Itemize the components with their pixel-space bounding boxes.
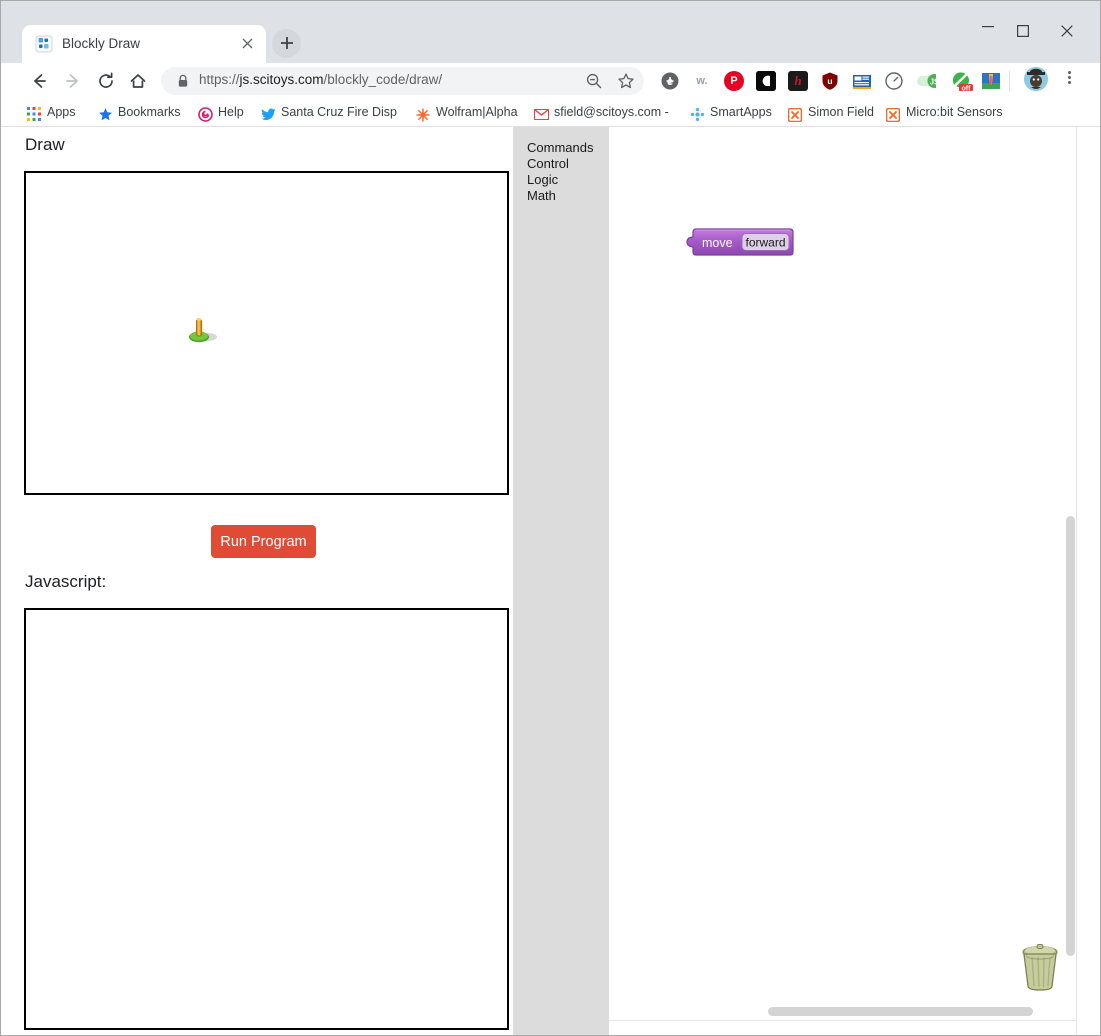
turtle-cursor-icon (183, 313, 219, 349)
apps-grid-icon (26, 107, 42, 123)
lock-icon (177, 74, 189, 88)
window-close-button[interactable] (1045, 15, 1089, 45)
workspace-horizontal-scrollbar[interactable] (768, 1007, 1033, 1016)
menu-dot (1067, 81, 1071, 84)
profile-avatar[interactable] (1024, 67, 1048, 91)
bookmarks-bar: Apps Bookmarks Help Santa Cruz Fire Disp… (1, 99, 1100, 127)
move-block-text: move (702, 236, 733, 250)
url-scheme: https:// (199, 72, 240, 87)
speed-gauge-extension-icon[interactable] (884, 71, 904, 91)
smartthings-icon (689, 107, 705, 123)
trash-can-icon[interactable] (1012, 937, 1068, 993)
ublock-origin-extension-icon[interactable]: u (820, 71, 840, 91)
bookmark-microbit-sensors[interactable]: Micro:bit Sensors (885, 102, 1003, 123)
move-block[interactable]: move forward (686, 227, 794, 266)
bookmark-label: sfield@scitoys.com - (554, 105, 669, 119)
home-icon[interactable] (125, 68, 151, 94)
evernote-extension-icon[interactable]: e (660, 71, 680, 91)
new-tab-button[interactable] (272, 29, 301, 58)
wolfram-icon (415, 107, 431, 123)
bookmark-help[interactable]: Help (197, 102, 244, 123)
blockly-blocks-icon (35, 35, 53, 53)
address-bar[interactable]: https://js.scitoys.com/blockly_code/draw… (161, 67, 644, 95)
help-spiral-icon (197, 107, 213, 123)
blockly-toolbox: Commands Control Logic Math (513, 127, 610, 1020)
bookmark-santa-cruz-fire-dispatch[interactable]: Santa Cruz Fire Disp (260, 102, 400, 123)
wikipedia-extension-icon[interactable]: w. (692, 71, 712, 91)
toolbox-category-logic[interactable]: Logic (527, 172, 558, 187)
ghostery-extension-icon[interactable] (756, 71, 776, 91)
bookmark-label: Wolfram|Alpha (436, 105, 518, 119)
bookmark-label: Help (218, 105, 244, 119)
menu-dot (1067, 71, 1071, 74)
svg-text:off: off (962, 86, 972, 92)
url-host: js.scitoys.com (239, 72, 324, 87)
bookmark-apps[interactable]: Apps (26, 102, 76, 123)
tab-close-icon[interactable] (237, 34, 257, 54)
zoom-out-icon[interactable] (585, 72, 605, 92)
newspaper-extension-icon[interactable] (852, 71, 872, 91)
bookmark-square-icon (885, 107, 901, 123)
browser-toolbar: https://js.scitoys.com/blockly_code/draw… (1, 63, 1100, 99)
gmail-icon (533, 107, 549, 123)
run-program-button[interactable]: Run Program (211, 525, 316, 558)
blockly-toolbox-footer (513, 1020, 609, 1035)
page-content: Draw Run Program Javascript: Commands Co… (2, 127, 1099, 1035)
bookmark-label: Micro:bit Sensors (906, 105, 1003, 119)
bookmark-label: Apps (47, 105, 76, 119)
bookmark-label: Bookmarks (118, 105, 181, 119)
bookmark-label: Santa Cruz Fire Disp (281, 105, 398, 119)
tab-title: Blockly Draw (62, 36, 141, 51)
svg-text:JS: JS (930, 78, 936, 87)
bookmark-star-icon[interactable] (617, 72, 637, 92)
menu-dot (1067, 76, 1071, 79)
hypothesis-extension-icon[interactable]: h (788, 71, 808, 91)
svg-text:u: u (827, 76, 832, 86)
page-title: Draw (25, 135, 65, 154)
bookmark-square-icon (787, 107, 803, 123)
bookmark-simon-field[interactable]: Simon Field (787, 102, 874, 123)
chrome-menu-icon[interactable] (1061, 69, 1077, 89)
bookmark-bookmarks[interactable]: Bookmarks (97, 102, 181, 123)
javascript-label: Javascript: (25, 572, 107, 591)
bookmark-label: SmartApps (710, 105, 772, 119)
twitter-icon (260, 107, 276, 123)
adblock-off-extension-icon[interactable]: off (950, 71, 974, 91)
workspace-vertical-scrollbar[interactable] (1066, 516, 1075, 956)
toolbox-category-math[interactable]: Math (527, 188, 556, 203)
tab-strip: Blockly Draw (1, 1, 1100, 64)
page-right-gutter (1076, 127, 1099, 1035)
lighthouse-extension-icon[interactable] (981, 71, 1001, 91)
bookmark-label: Simon Field (808, 105, 874, 119)
bookmark-wolfram-alpha[interactable]: Wolfram|Alpha (415, 102, 518, 123)
drawing-canvas[interactable] (24, 171, 509, 495)
workspace-footer (609, 1020, 1076, 1035)
move-block-field: forward (745, 236, 785, 250)
window-maximize-button[interactable] (1001, 15, 1045, 45)
toolbar-divider (1009, 71, 1010, 91)
bookmark-gmail-sfield[interactable]: sfield@scitoys.com - (533, 102, 669, 123)
url-path: /blockly_code/draw/ (323, 72, 443, 87)
javascript-output-textarea[interactable] (24, 608, 509, 1030)
browser-window: Blockly Draw https://js.scitoys.com/bloc… (0, 0, 1101, 1036)
draw-panel: Draw Run Program Javascript: (2, 127, 513, 1035)
browser-tab-blockly-draw[interactable]: Blockly Draw (22, 25, 266, 63)
forward-arrow-icon[interactable] (60, 68, 86, 94)
toolbox-category-control[interactable]: Control (527, 156, 569, 171)
bookmark-smartapps[interactable]: SmartApps (689, 102, 772, 123)
svg-text:e: e (667, 76, 673, 88)
pinterest-extension-icon[interactable]: P (724, 71, 744, 91)
address-bar-url: https://js.scitoys.com/blockly_code/draw… (199, 72, 442, 87)
reload-icon[interactable] (93, 68, 119, 94)
back-arrow-icon[interactable] (26, 68, 52, 94)
toolbox-category-commands[interactable]: Commands (527, 140, 593, 155)
blockly-workspace[interactable]: move forward (609, 127, 1077, 1020)
javascript-toggle-extension-icon[interactable]: JS (916, 71, 936, 91)
star-icon (97, 107, 113, 123)
